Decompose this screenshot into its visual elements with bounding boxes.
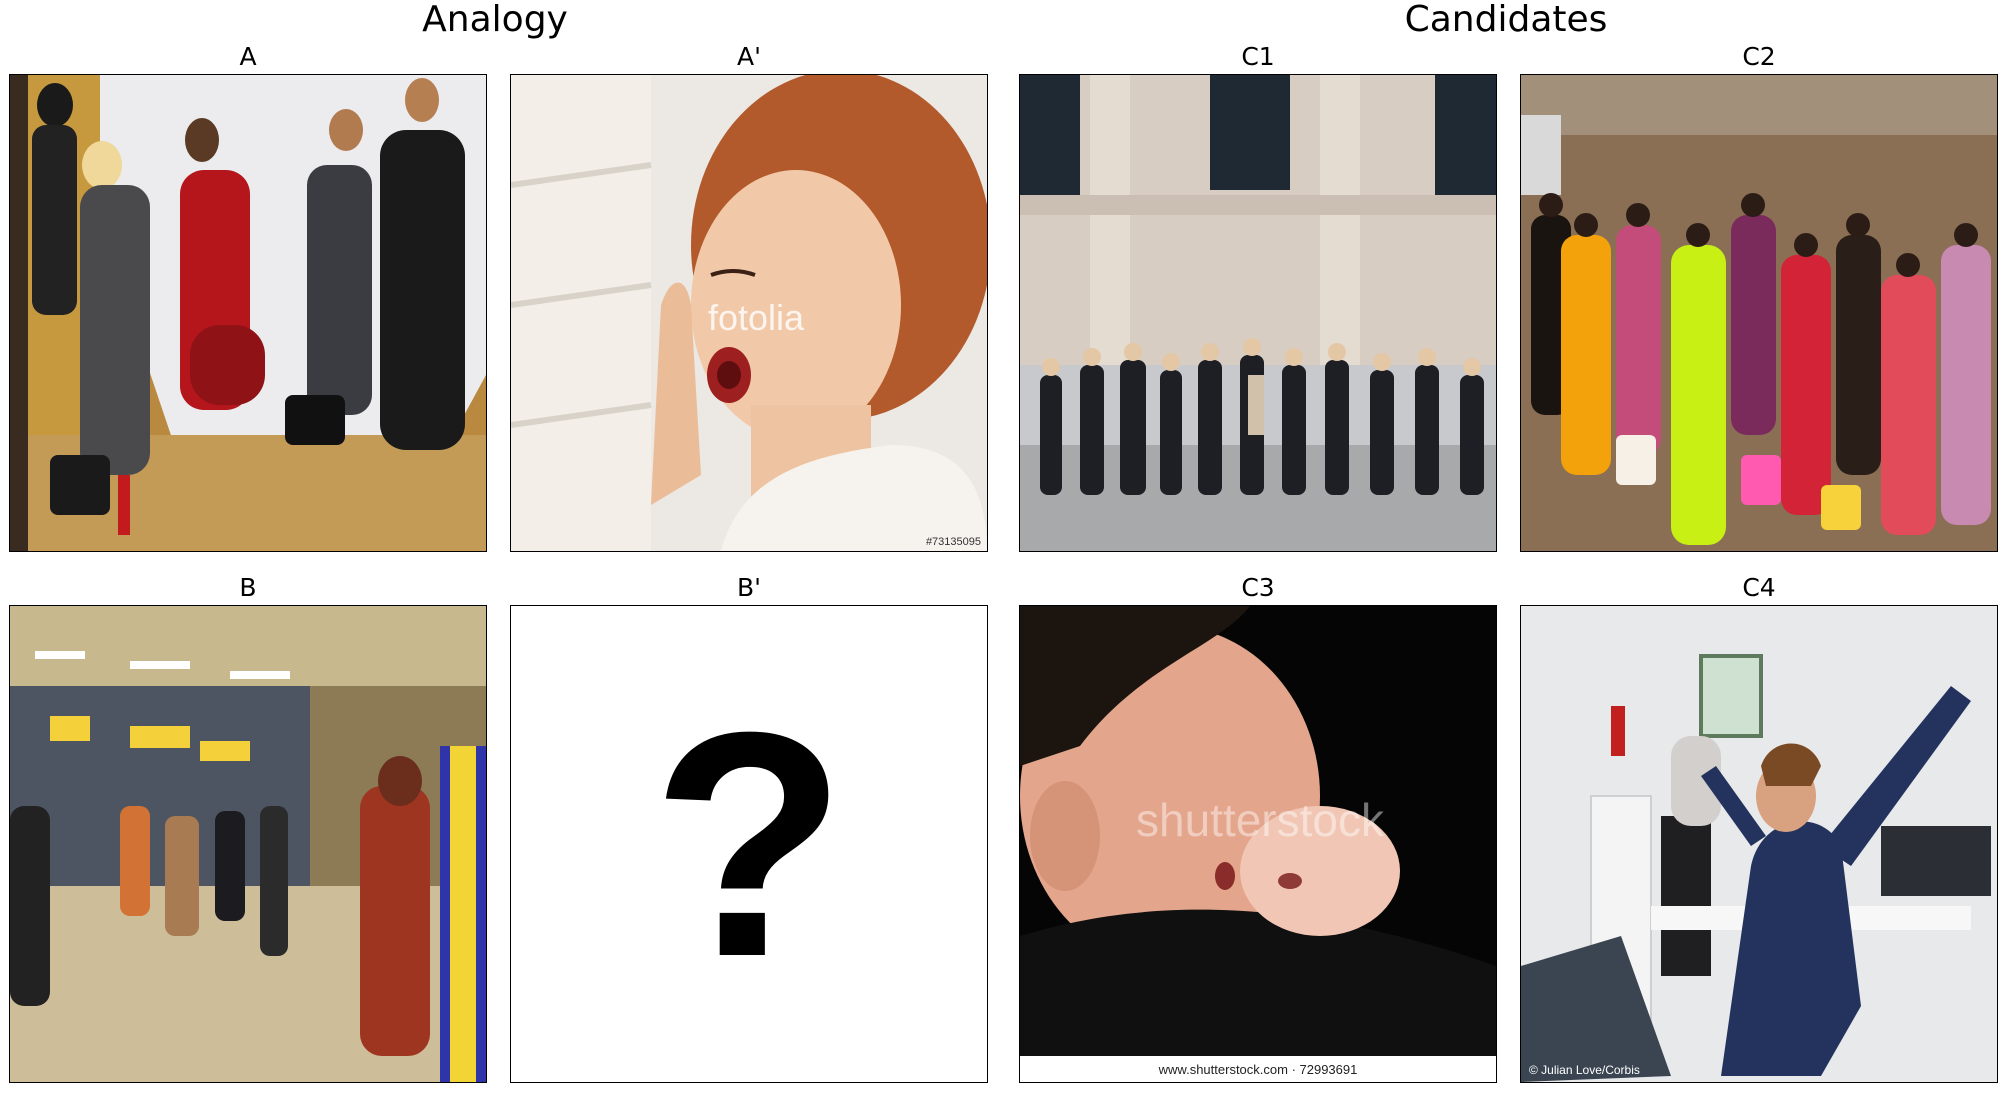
- candidates-header: Candidates: [1404, 0, 1608, 40]
- office-stretch-photo: © Julian Love/Corbis: [1521, 606, 1997, 1082]
- fotolia-watermark: fotolia: [708, 297, 805, 338]
- panel-b-prime-placeholder[interactable]: ?: [510, 605, 988, 1083]
- panel-a-image[interactable]: [9, 74, 487, 552]
- panel-b-image[interactable]: [9, 605, 487, 1083]
- models-photo: [10, 75, 486, 551]
- panel-a-prime-image[interactable]: fotolia #73135095: [510, 74, 988, 552]
- question-mark-icon: ?: [511, 606, 987, 1082]
- panel-c1-image[interactable]: [1019, 74, 1497, 552]
- panel-c3-title: C3: [1241, 573, 1275, 602]
- panel-b-title: B: [239, 573, 257, 602]
- panel-c2-title: C2: [1742, 42, 1776, 71]
- post-office-photo: [10, 606, 486, 1082]
- panel-c4-image[interactable]: © Julian Love/Corbis: [1520, 605, 1998, 1083]
- shutterstock-caption: www.shutterstock.com · 72993691: [1158, 1062, 1358, 1077]
- panel-c3-image[interactable]: shutterstock www.shutterstock.com · 7299…: [1019, 605, 1497, 1083]
- shutterstock-watermark: shutterstock: [1136, 794, 1385, 846]
- panel-c4-title: C4: [1742, 573, 1776, 602]
- panel-c2-image[interactable]: [1520, 74, 1998, 552]
- panel-a-prime-title: A': [737, 42, 761, 71]
- father-baby-photo: shutterstock www.shutterstock.com · 7299…: [1020, 606, 1496, 1082]
- yawning-woman-photo: fotolia #73135095: [511, 75, 987, 551]
- hall-queue-photo: [1020, 75, 1496, 551]
- stock-id-caption: #73135095: [926, 536, 981, 548]
- corbis-caption: © Julian Love/Corbis: [1529, 1063, 1640, 1077]
- analogy-header: Analogy: [422, 0, 568, 40]
- crowd-water-photo: [1521, 75, 1997, 551]
- panel-a-title: A: [239, 42, 257, 71]
- panel-b-prime-title: B': [736, 573, 762, 602]
- panel-c1-title: C1: [1241, 42, 1275, 71]
